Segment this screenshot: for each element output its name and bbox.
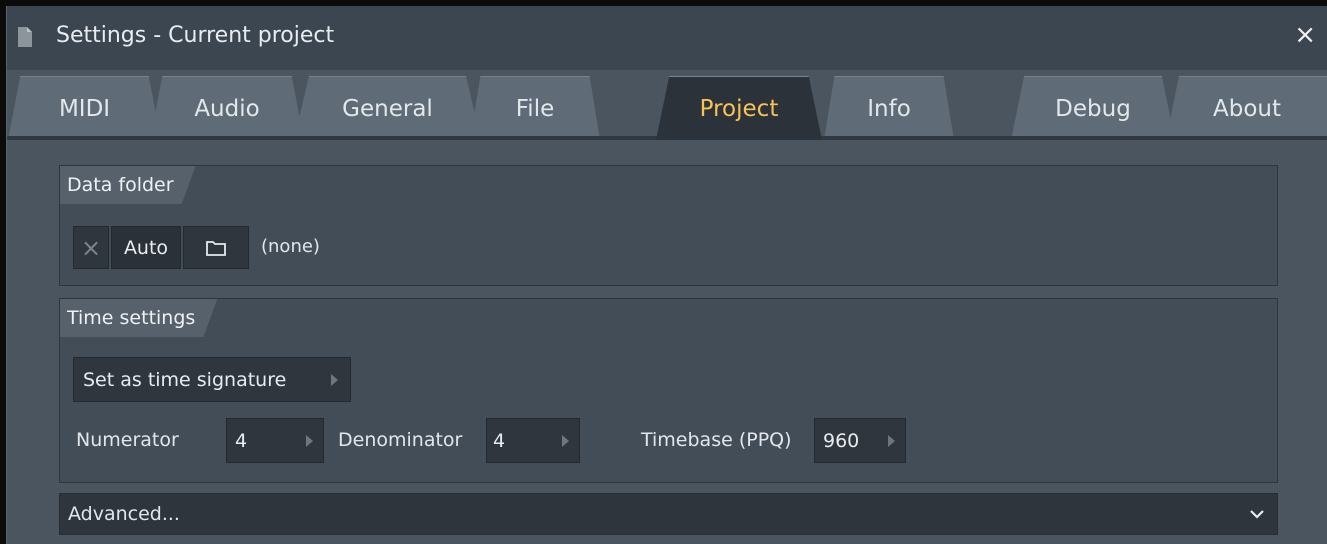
auto-button[interactable]: Auto — [111, 226, 181, 269]
denominator-stepper[interactable]: 4 — [486, 418, 580, 463]
arrow-right-icon — [331, 374, 338, 386]
tab-general[interactable]: General — [294, 76, 481, 140]
data-folder-header: Data folder — [60, 166, 196, 204]
advanced-section-toggle[interactable]: Advanced... — [59, 493, 1278, 535]
denominator-value: 4 — [493, 429, 506, 452]
set-as-time-signature-button[interactable]: Set as time signature — [73, 357, 351, 402]
timebase-stepper[interactable]: 960 — [814, 418, 906, 463]
time-settings-header: Time settings — [60, 299, 217, 337]
tab-info[interactable]: Info — [824, 76, 954, 140]
browse-folder-button[interactable] — [183, 226, 249, 269]
window-title: Settings - Current project — [56, 23, 335, 48]
data-folder-path: (none) — [261, 236, 320, 257]
arrow-right-icon — [888, 435, 895, 447]
tab-bar: MIDI Audio General File Info Debug About… — [7, 70, 1327, 140]
tab-midi[interactable]: MIDI — [8, 76, 161, 140]
tab-about[interactable]: About — [1166, 76, 1327, 140]
settings-window: Settings - Current project × MIDI Audio … — [6, 6, 1327, 544]
advanced-label: Advanced... — [68, 503, 180, 525]
folder-icon — [206, 240, 226, 256]
chevron-down-icon — [1250, 510, 1264, 519]
timebase-value: 960 — [823, 429, 860, 452]
clear-icon: × — [80, 233, 102, 262]
arrow-right-icon — [306, 435, 313, 447]
timebase-label: Timebase (PPQ) — [641, 429, 792, 451]
numerator-stepper[interactable]: 4 — [226, 418, 324, 463]
arrow-right-icon — [562, 435, 569, 447]
document-icon — [18, 27, 32, 47]
data-folder-panel: Data folder × Auto (none) — [59, 165, 1278, 286]
tab-project[interactable]: Project — [656, 76, 822, 140]
denominator-label: Denominator — [338, 429, 463, 451]
numerator-label: Numerator — [76, 429, 179, 451]
tab-audio[interactable]: Audio — [150, 76, 304, 140]
set-as-time-signature-label: Set as time signature — [83, 368, 287, 391]
tab-debug[interactable]: Debug — [1011, 76, 1175, 140]
time-settings-panel: Time settings Set as time signature Nume… — [59, 298, 1278, 483]
clear-folder-button[interactable]: × — [73, 226, 109, 269]
tab-file[interactable]: File — [470, 76, 600, 140]
numerator-value: 4 — [235, 429, 248, 452]
close-icon[interactable]: × — [1294, 20, 1316, 50]
title-bar[interactable]: Settings - Current project × — [7, 6, 1327, 70]
